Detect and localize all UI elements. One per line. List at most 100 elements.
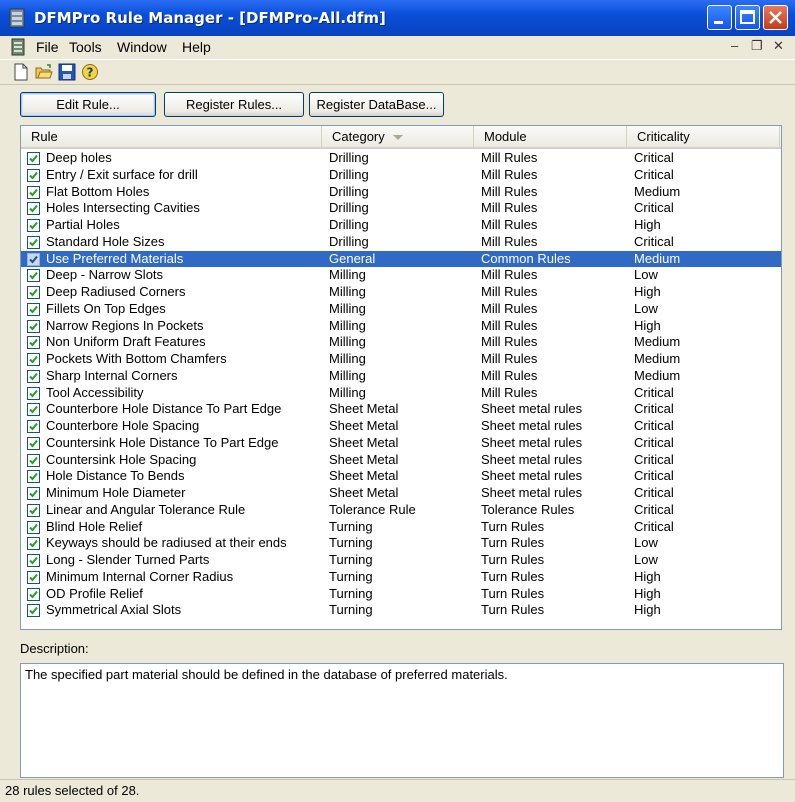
table-row[interactable]: Non Uniform Draft Features Milling Mill Ru… bbox=[21, 334, 781, 351]
rule-checkbox[interactable] bbox=[27, 319, 40, 333]
rule-checkbox[interactable] bbox=[27, 252, 40, 266]
register-rules-button[interactable]: Register Rules... bbox=[164, 92, 304, 117]
rule-checkbox[interactable] bbox=[27, 403, 40, 417]
rule-checkbox[interactable] bbox=[27, 269, 40, 283]
menu-file[interactable]: File bbox=[36, 39, 59, 55]
rule-checkbox[interactable] bbox=[27, 235, 40, 249]
rule-checkbox[interactable] bbox=[27, 436, 40, 450]
edit-rule-button[interactable]: Edit Rule... bbox=[20, 92, 156, 117]
menu-window[interactable]: Window bbox=[117, 39, 167, 55]
rule-checkbox[interactable] bbox=[27, 537, 40, 551]
column-header-rule[interactable]: Rule bbox=[21, 126, 322, 147]
menu-tools[interactable]: Tools bbox=[69, 39, 102, 55]
criticality-cell: Low bbox=[634, 552, 658, 567]
module-cell: Sheet metal rules bbox=[481, 418, 583, 433]
table-row[interactable]: Linear and Angular Tolerance Rule Toleran… bbox=[21, 502, 781, 519]
close-button[interactable] bbox=[763, 5, 788, 30]
table-row[interactable]: Counterbore Hole Distance To Part Edge Sh… bbox=[21, 401, 781, 418]
rule-checkbox[interactable] bbox=[27, 369, 40, 383]
rule-checkbox[interactable] bbox=[27, 286, 40, 299]
table-row[interactable]: Countersink Hole Distance To Part Edge Sh… bbox=[21, 435, 781, 452]
table-row[interactable]: Standard Hole Sizes Drilling Mill Rules Cri… bbox=[21, 234, 781, 251]
new-document-icon[interactable] bbox=[12, 63, 30, 81]
table-row[interactable]: Deep Radiused Corners Milling Mill Rules Hi… bbox=[21, 284, 781, 301]
rule-checkbox[interactable] bbox=[27, 353, 40, 366]
help-icon[interactable]: ? bbox=[81, 63, 99, 81]
maximize-icon bbox=[740, 10, 755, 24]
rule-checkbox[interactable] bbox=[27, 152, 40, 165]
table-row[interactable]: Counterbore Hole Spacing Sheet Metal Sheet… bbox=[21, 418, 781, 435]
table-row[interactable]: Fillets On Top Edges Milling Mill Rules Low bbox=[21, 301, 781, 318]
table-row[interactable]: Tool Accessibility Milling Mill Rules Criti… bbox=[21, 385, 781, 402]
menu-help[interactable]: Help bbox=[182, 39, 211, 55]
table-row[interactable]: Narrow Regions In Pockets Milling Mill Rul… bbox=[21, 318, 781, 335]
mdi-minimize-button[interactable]: – bbox=[731, 38, 738, 53]
minimize-button[interactable] bbox=[707, 5, 732, 30]
module-cell: Sheet metal rules bbox=[481, 401, 583, 417]
rule-checkbox[interactable] bbox=[27, 554, 40, 567]
table-row[interactable]: Sharp Internal Corners Milling Mill Rules M… bbox=[21, 368, 781, 385]
rule-checkbox[interactable] bbox=[27, 302, 40, 316]
table-row[interactable]: Hole Distance To Bends Sheet Metal Sheet m… bbox=[21, 468, 781, 485]
rule-checkbox[interactable] bbox=[27, 185, 40, 199]
table-row[interactable]: Deep holes Drilling Mill Rules Critical bbox=[21, 150, 781, 167]
table-row[interactable]: Deep - Narrow Slots Milling Mill Rules Low bbox=[21, 267, 781, 284]
module-cell: Turn Rules bbox=[481, 552, 545, 567]
mdi-restore-button[interactable]: ❐ bbox=[751, 38, 763, 54]
table-row[interactable]: Keyways should be radiused at their ends… bbox=[21, 535, 781, 552]
rule-checkbox[interactable] bbox=[27, 202, 40, 216]
module-cell: Mill Rules bbox=[481, 284, 538, 299]
rule-cell: Hole Distance To Bends bbox=[46, 468, 185, 484]
table-row[interactable]: Flat Bottom Holes Drilling Mill Rules Mediu… bbox=[21, 184, 781, 201]
table-row[interactable]: Long - Slender Turned Parts Turning Turn R… bbox=[21, 552, 781, 569]
description-box[interactable]: The specified part material should be de… bbox=[20, 663, 784, 778]
rule-checkbox[interactable] bbox=[27, 336, 40, 350]
rules-list[interactable]: Rule Category Module Criticality Deep ho… bbox=[20, 125, 782, 630]
column-header-module[interactable]: Module bbox=[474, 126, 627, 147]
column-header-module-label: Module bbox=[484, 129, 527, 144]
criticality-cell: High bbox=[634, 585, 661, 601]
rule-checkbox[interactable] bbox=[27, 503, 40, 517]
table-row[interactable]: Use Preferred Materials General Common Rul… bbox=[21, 250, 781, 268]
open-folder-icon[interactable] bbox=[35, 63, 53, 81]
rule-checkbox[interactable] bbox=[27, 386, 40, 400]
table-row[interactable]: Minimum Internal Corner Radius Turning Tur… bbox=[21, 569, 781, 586]
category-cell: Turning bbox=[329, 552, 373, 567]
title-bar[interactable]: DFMPro Rule Manager - [DFMPro-All.dfm] bbox=[0, 0, 795, 36]
rule-checkbox[interactable] bbox=[27, 520, 40, 534]
rule-checkbox[interactable] bbox=[27, 168, 40, 182]
rule-checkbox[interactable] bbox=[27, 470, 40, 484]
column-header-category[interactable]: Category bbox=[322, 126, 474, 147]
table-row[interactable]: OD Profile Relief Turning Turn Rules High bbox=[21, 586, 781, 603]
rule-checkbox[interactable] bbox=[27, 420, 40, 433]
table-row[interactable]: Partial Holes Drilling Mill Rules High bbox=[21, 217, 781, 234]
app-icon bbox=[9, 8, 25, 28]
rule-cell: Deep - Narrow Slots bbox=[46, 267, 164, 283]
table-row[interactable]: Pockets With Bottom Chamfers Milling Mill … bbox=[21, 351, 781, 368]
module-cell: Mill Rules bbox=[481, 317, 538, 333]
criticality-cell: High bbox=[634, 568, 661, 584]
rule-checkbox[interactable] bbox=[27, 587, 40, 601]
rule-cell: Keyways should be radiused at their ends bbox=[46, 535, 287, 551]
rule-checkbox[interactable] bbox=[27, 570, 40, 584]
maximize-button[interactable] bbox=[735, 5, 760, 30]
rule-checkbox[interactable] bbox=[27, 604, 40, 618]
table-row[interactable]: Holes Intersecting Cavities Drilling Mill … bbox=[21, 200, 781, 217]
column-header-criticality[interactable]: Criticality bbox=[627, 126, 780, 147]
table-row[interactable]: Countersink Hole Spacing Sheet Metal Sheet… bbox=[21, 452, 781, 469]
mdi-close-button[interactable]: ✕ bbox=[773, 38, 784, 54]
rule-checkbox[interactable] bbox=[27, 219, 40, 232]
table-row[interactable]: Minimum Hole Diameter Sheet Metal Sheet me… bbox=[21, 485, 781, 502]
checkmark-icon bbox=[29, 506, 38, 515]
register-database-button[interactable]: Register DataBase... bbox=[309, 92, 444, 117]
rule-checkbox[interactable] bbox=[27, 487, 40, 500]
module-cell: Mill Rules bbox=[481, 183, 538, 199]
rule-checkbox[interactable] bbox=[27, 453, 40, 467]
table-row[interactable]: Entry / Exit surface for drill Drilling Mi… bbox=[21, 167, 781, 184]
table-row[interactable]: Symmetrical Axial Slots Turning Turn Rules… bbox=[21, 602, 781, 619]
table-row[interactable]: Blind Hole Relief Turning Turn Rules Critic… bbox=[21, 519, 781, 536]
criticality-cell: Critical bbox=[634, 468, 674, 484]
document-icon[interactable] bbox=[9, 38, 27, 56]
checkmark-icon bbox=[29, 221, 38, 230]
save-disk-icon[interactable] bbox=[58, 63, 76, 81]
